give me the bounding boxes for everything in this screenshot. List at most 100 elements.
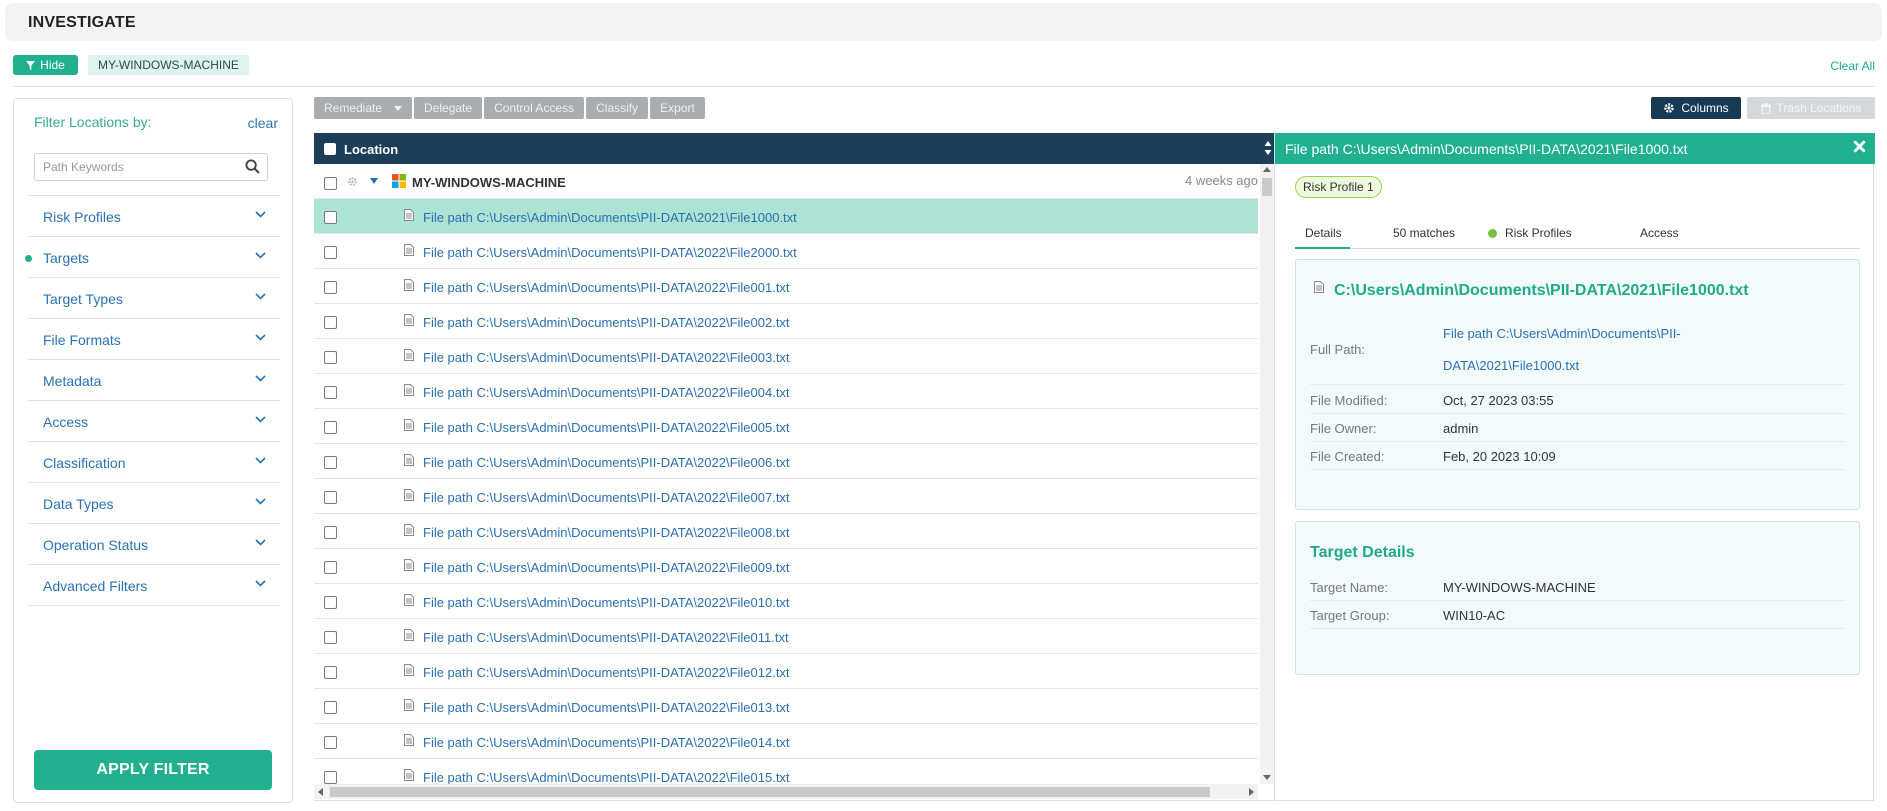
filter-item-file-formats[interactable]: File Formats: [28, 319, 280, 360]
table-row[interactable]: File path C:\Users\Admin\Documents\PII-D…: [314, 549, 1258, 584]
table-row[interactable]: File path C:\Users\Admin\Documents\PII-D…: [314, 619, 1258, 654]
filter-item-targets[interactable]: Targets: [25, 237, 280, 278]
filter-item-access[interactable]: Access: [28, 401, 280, 442]
table-row[interactable]: File path C:\Users\Admin\Documents\PII-D…: [314, 654, 1258, 689]
select-all-checkbox[interactable]: [324, 143, 336, 155]
file-path-link[interactable]: File path C:\Users\Admin\Documents\PII-D…: [423, 385, 790, 400]
hide-filters-button[interactable]: Hide: [13, 55, 78, 75]
scroll-right-icon[interactable]: [1249, 788, 1254, 796]
tab-matches[interactable]: 50 matches: [1393, 226, 1455, 240]
filter-clear-link[interactable]: clear: [248, 115, 278, 131]
row-checkbox[interactable]: [324, 246, 337, 259]
column-header-location[interactable]: Location: [344, 142, 398, 157]
trash-locations-button[interactable]: Trash Locations: [1747, 97, 1875, 119]
clear-all-link[interactable]: Clear All: [1830, 59, 1875, 73]
apply-filter-button[interactable]: APPLY FILTER: [34, 750, 272, 790]
row-checkbox[interactable]: [324, 491, 337, 504]
horizontal-scrollbar[interactable]: [314, 784, 1258, 799]
row-checkbox[interactable]: [324, 281, 337, 294]
table-row[interactable]: File path C:\Users\Admin\Documents\PII-D…: [314, 234, 1258, 269]
row-checkbox[interactable]: [324, 526, 337, 539]
row-checkbox[interactable]: [324, 771, 337, 784]
file-path-link[interactable]: File path C:\Users\Admin\Documents\PII-D…: [423, 455, 790, 470]
scroll-thumb[interactable]: [330, 787, 1210, 797]
scroll-down-icon[interactable]: [1263, 775, 1271, 780]
delegate-button[interactable]: Delegate: [414, 97, 483, 119]
row-checkbox[interactable]: [324, 561, 337, 574]
chevron-down-icon: [255, 580, 266, 587]
file-path-link[interactable]: File path C:\Users\Admin\Documents\PII-D…: [423, 315, 790, 330]
filter-item-target-types[interactable]: Target Types: [28, 278, 280, 319]
row-checkbox[interactable]: [324, 351, 337, 364]
filter-item-advanced-filters[interactable]: Advanced Filters: [28, 565, 280, 606]
file-path-link[interactable]: File path C:\Users\Admin\Documents\PII-D…: [423, 665, 790, 680]
machine-name: MY-WINDOWS-MACHINE: [412, 175, 566, 190]
filter-item-risk-profiles[interactable]: Risk Profiles: [28, 196, 280, 237]
close-icon[interactable]: [1853, 140, 1866, 153]
file-path-link[interactable]: File path C:\Users\Admin\Documents\PII-D…: [423, 490, 790, 505]
file-modified-label: File Modified:: [1310, 393, 1388, 408]
table-row[interactable]: File path C:\Users\Admin\Documents\PII-D…: [314, 479, 1258, 514]
table-row[interactable]: File path C:\Users\Admin\Documents\PII-D…: [314, 199, 1258, 234]
grid-header: Location: [314, 133, 1274, 164]
table-row[interactable]: File path C:\Users\Admin\Documents\PII-D…: [314, 724, 1258, 759]
full-path-link[interactable]: File path C:\Users\Admin\Documents\PII- D…: [1443, 318, 1681, 382]
file-path-link[interactable]: File path C:\Users\Admin\Documents\PII-D…: [423, 630, 789, 645]
file-path-link[interactable]: File path C:\Users\Admin\Documents\PII-D…: [423, 350, 790, 365]
remediate-button[interactable]: Remediate: [314, 97, 413, 119]
row-checkbox[interactable]: [324, 456, 337, 469]
file-icon: [404, 349, 414, 361]
table-row[interactable]: File path C:\Users\Admin\Documents\PII-D…: [314, 584, 1258, 619]
table-row[interactable]: File path C:\Users\Admin\Documents\PII-D…: [314, 514, 1258, 549]
sort-icon[interactable]: [1264, 140, 1272, 156]
file-path-link[interactable]: File path C:\Users\Admin\Documents\PII-D…: [423, 735, 790, 750]
vertical-scrollbar[interactable]: [1260, 164, 1274, 784]
file-path-link[interactable]: File path C:\Users\Admin\Documents\PII-D…: [423, 420, 790, 435]
table-row[interactable]: File path C:\Users\Admin\Documents\PII-D…: [314, 269, 1258, 304]
file-path-link[interactable]: File path C:\Users\Admin\Documents\PII-D…: [423, 210, 797, 225]
filter-item-data-types[interactable]: Data Types: [28, 483, 280, 524]
tab-details[interactable]: Details: [1305, 226, 1342, 240]
scroll-left-icon[interactable]: [318, 788, 323, 796]
search-icon[interactable]: [245, 159, 260, 174]
expand-toggle-icon[interactable]: [370, 178, 378, 184]
tab-access[interactable]: Access: [1640, 226, 1679, 240]
control-access-button[interactable]: Control Access: [484, 97, 585, 119]
table-row[interactable]: File path C:\Users\Admin\Documents\PII-D…: [314, 374, 1258, 409]
export-button[interactable]: Export: [650, 97, 705, 119]
table-row[interactable]: File path C:\Users\Admin\Documents\PII-D…: [314, 339, 1258, 374]
row-checkbox[interactable]: [324, 316, 337, 329]
row-checkbox[interactable]: [324, 421, 337, 434]
active-filter-chip[interactable]: MY-WINDOWS-MACHINE: [88, 55, 249, 75]
classify-button[interactable]: Classify: [586, 97, 649, 119]
filter-item-metadata[interactable]: Metadata: [28, 360, 280, 401]
row-checkbox[interactable]: [324, 177, 337, 190]
table-row[interactable]: File path C:\Users\Admin\Documents\PII-D…: [314, 304, 1258, 339]
file-path-link[interactable]: File path C:\Users\Admin\Documents\PII-D…: [423, 700, 790, 715]
tab-risk-profiles[interactable]: Risk Profiles: [1488, 226, 1572, 240]
table-row[interactable]: File path C:\Users\Admin\Documents\PII-D…: [314, 759, 1258, 784]
table-row[interactable]: File path C:\Users\Admin\Documents\PII-D…: [314, 444, 1258, 479]
filter-item-operation-status[interactable]: Operation Status: [28, 524, 280, 565]
columns-button[interactable]: Columns: [1651, 97, 1741, 119]
path-keywords-input[interactable]: [35, 154, 230, 180]
machine-row[interactable]: MY-WINDOWS-MACHINE 4 weeks ago: [314, 164, 1258, 199]
file-path-link[interactable]: File path C:\Users\Admin\Documents\PII-D…: [423, 770, 790, 784]
row-checkbox[interactable]: [324, 211, 337, 224]
row-checkbox[interactable]: [324, 701, 337, 714]
row-checkbox[interactable]: [324, 631, 337, 644]
row-checkbox[interactable]: [324, 666, 337, 679]
scroll-thumb[interactable]: [1262, 178, 1272, 196]
scroll-up-icon[interactable]: [1263, 167, 1271, 172]
file-path-link[interactable]: File path C:\Users\Admin\Documents\PII-D…: [423, 560, 790, 575]
row-checkbox[interactable]: [324, 386, 337, 399]
file-path-link[interactable]: File path C:\Users\Admin\Documents\PII-D…: [423, 280, 790, 295]
row-checkbox[interactable]: [324, 736, 337, 749]
row-checkbox[interactable]: [324, 596, 337, 609]
file-path-link[interactable]: File path C:\Users\Admin\Documents\PII-D…: [423, 245, 797, 260]
file-path-link[interactable]: File path C:\Users\Admin\Documents\PII-D…: [423, 595, 790, 610]
file-path-link[interactable]: File path C:\Users\Admin\Documents\PII-D…: [423, 525, 790, 540]
table-row[interactable]: File path C:\Users\Admin\Documents\PII-D…: [314, 689, 1258, 724]
table-row[interactable]: File path C:\Users\Admin\Documents\PII-D…: [314, 409, 1258, 444]
filter-item-classification[interactable]: Classification: [28, 442, 280, 483]
